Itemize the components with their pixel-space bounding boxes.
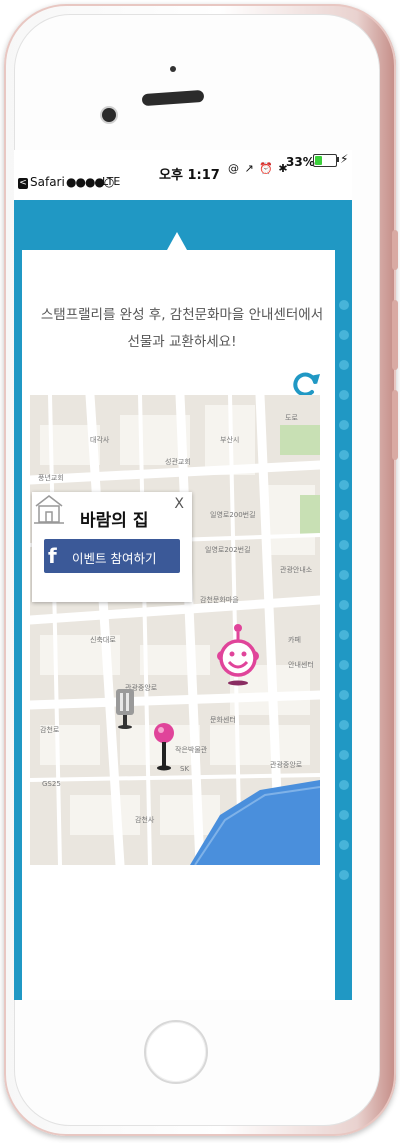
- back-to-app-icon[interactable]: <: [18, 178, 28, 189]
- clock: 오후 1:17: [159, 168, 220, 183]
- map-label: SK: [180, 765, 190, 773]
- map-label: 감천로: [40, 726, 60, 734]
- battery-icon: [313, 154, 337, 167]
- network-type: LTE: [102, 175, 121, 188]
- map-label: 부산시: [220, 436, 240, 444]
- map-label: 감천사: [135, 816, 155, 824]
- battery-percent: 33%: [286, 155, 315, 169]
- content-pointer: [167, 232, 187, 250]
- status-icons: @ ↗ ⏰ ✱: [228, 162, 289, 175]
- location-pin-icon[interactable]: [152, 722, 176, 774]
- instruction-text: 스탬프랠리를 완성 후, 감천문화마을 안내센터에서 선물과 교환하세요!: [32, 302, 332, 356]
- map-label: 관광중앙로: [270, 761, 303, 769]
- map-label: 일영로202번길: [205, 546, 251, 554]
- map-label: 안내센터: [288, 661, 314, 669]
- instruction-line: 선물과 교환하세요!: [127, 334, 237, 350]
- side-decoration: [335, 250, 352, 1000]
- status-bar: < Safari ●●●●○ LTE 오후 1:17 @ ↗ ⏰ ✱ 33% ⚡: [14, 150, 352, 200]
- popup-title: 바람의 집: [80, 511, 149, 531]
- house-icon: [34, 495, 64, 524]
- volume-button: [392, 300, 398, 370]
- carrier-label: Safari: [30, 175, 65, 189]
- volume-button: [392, 390, 398, 460]
- map-label: 일영로200번길: [210, 511, 256, 519]
- map-label: 카페: [288, 636, 301, 644]
- map-label: 성관교회: [165, 458, 191, 466]
- content-card: 스탬프랠리를 완성 후, 감천문화마을 안내센터에서 선물과 교환하세요! 대각…: [22, 250, 335, 1000]
- facebook-icon: f: [48, 544, 57, 568]
- proximity-sensor: [170, 66, 176, 72]
- map-label: 문화센터: [210, 716, 236, 724]
- map-label: GS25: [42, 780, 61, 788]
- map-label: 도로: [285, 414, 298, 422]
- instruction-line: 스탬프랠리를 완성 후, 감천문화마을 안내센터에서: [40, 307, 324, 323]
- landmark-marker-icon[interactable]: [110, 685, 140, 729]
- map-label: 신축대로: [90, 636, 116, 644]
- battery-tip: [337, 157, 339, 162]
- map-label: 관광안내소: [280, 566, 313, 574]
- charging-icon: ⚡: [340, 152, 349, 166]
- home-button[interactable]: [144, 1020, 208, 1084]
- close-icon[interactable]: X: [174, 496, 184, 512]
- smiley-marker-icon[interactable]: [214, 620, 262, 690]
- map-label: 감천문화마을: [200, 596, 239, 604]
- map-label: 풍년교회: [38, 474, 64, 482]
- facebook-event-label: 이벤트 참여하기: [72, 551, 157, 566]
- map-view[interactable]: 대각사 성관교회 부산시 도로 풍년교회 일영로200번길 일영로202번길 관…: [30, 395, 320, 865]
- map-label: 작은박물관: [175, 746, 208, 754]
- map-label: 대각사: [90, 436, 110, 444]
- front-camera: [102, 108, 116, 122]
- map-info-popup: X 바람의 집 f 이벤트 참여하기: [32, 492, 192, 602]
- battery-fill: [315, 156, 322, 165]
- screen: < Safari ●●●●○ LTE 오후 1:17 @ ↗ ⏰ ✱ 33% ⚡…: [14, 150, 352, 1000]
- mute-switch: [392, 230, 398, 270]
- facebook-event-button[interactable]: f 이벤트 참여하기: [44, 539, 180, 573]
